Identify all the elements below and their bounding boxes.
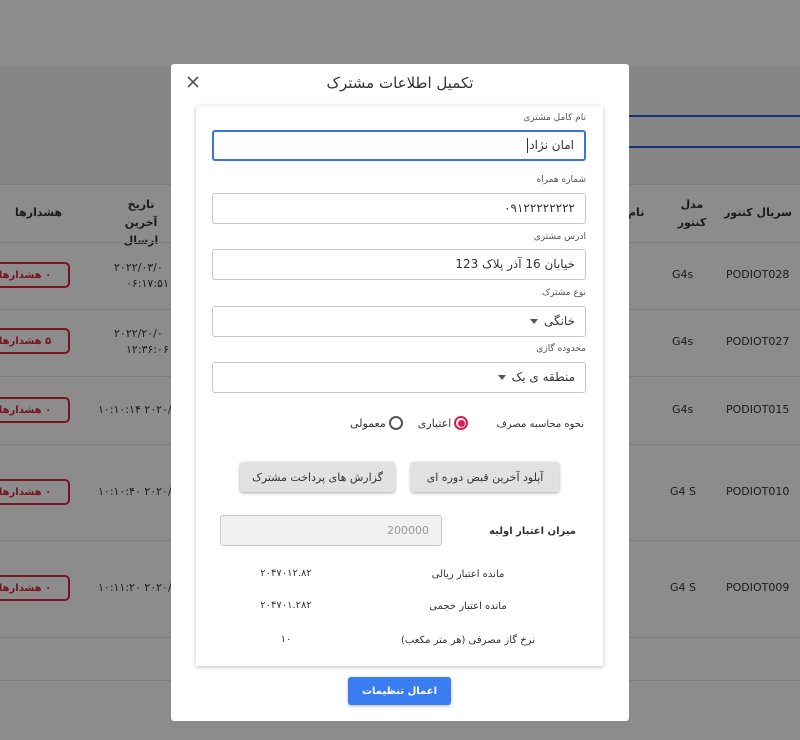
address-label: ادرس مشتری: [533, 232, 586, 242]
rial-balance-label: مانده اعتبار ریالی: [431, 569, 505, 580]
gas-rate-value: ۱۰: [280, 634, 292, 645]
volume-balance-value: ۲۰۴۷۰۱.۲۸۲: [260, 600, 312, 611]
gas-zone-select[interactable]: منطقه ی یک: [212, 362, 586, 393]
payment-report-button[interactable]: گزارش های پرداخت مشترک: [240, 462, 395, 492]
subscriber-type-label: نوع مشترک: [542, 288, 586, 298]
phone-input[interactable]: ۰۹۱۲۲۲۲۲۲۲۲: [212, 193, 586, 224]
calc-method-radio-group: اعتباری معمولی: [350, 416, 471, 430]
apply-settings-button[interactable]: اعمال تنظیمات: [348, 677, 451, 705]
rial-balance-value: ۲۰۴۷۰۱۲.۸۲: [260, 568, 312, 579]
radio-credit[interactable]: [454, 416, 469, 430]
close-icon[interactable]: [185, 74, 201, 90]
calc-method-label: نحوه محاسبه مصرف: [496, 419, 584, 430]
dropdown-arrow-icon: [529, 319, 538, 324]
gas-rate-label: نرخ گاز مصرفی (هر متر مکعب): [401, 635, 535, 646]
customer-info-dialog: تکمیل اطلاعات مشترک نام کامل مشتری امان …: [171, 64, 629, 721]
address-input[interactable]: خیابان 16 آذر پلاک 123: [212, 249, 586, 280]
gas-zone-label: محدوده گازی: [536, 344, 586, 354]
form-card: نام کامل مشتری امان نژاد شماره همراه ۰۹۱…: [196, 106, 603, 666]
upload-bill-button[interactable]: آپلود آخرین قبض دوره ای: [411, 462, 559, 492]
phone-label: شماره همراه: [536, 175, 586, 185]
dropdown-arrow-icon: [497, 375, 506, 380]
initial-credit-input[interactable]: 200000: [220, 515, 442, 546]
volume-balance-label: مانده اعتبار حجمی: [429, 601, 507, 612]
subscriber-type-value: خانگی: [543, 314, 575, 328]
full-name-value: امان نژاد: [529, 138, 574, 152]
radio-normal[interactable]: [388, 416, 403, 430]
gas-zone-value: منطقه ی یک: [511, 370, 576, 384]
dialog-title: تکمیل اطلاعات مشترک: [326, 74, 474, 92]
subscriber-type-select[interactable]: خانگی: [212, 306, 586, 337]
initial-credit-label: میزان اعتبار اولیه: [489, 526, 576, 537]
full-name-input[interactable]: امان نژاد: [212, 130, 586, 161]
radio-credit-label[interactable]: اعتباری: [418, 417, 452, 430]
radio-normal-label[interactable]: معمولی: [350, 417, 386, 430]
full-name-label: نام کامل مشتری: [523, 113, 586, 123]
